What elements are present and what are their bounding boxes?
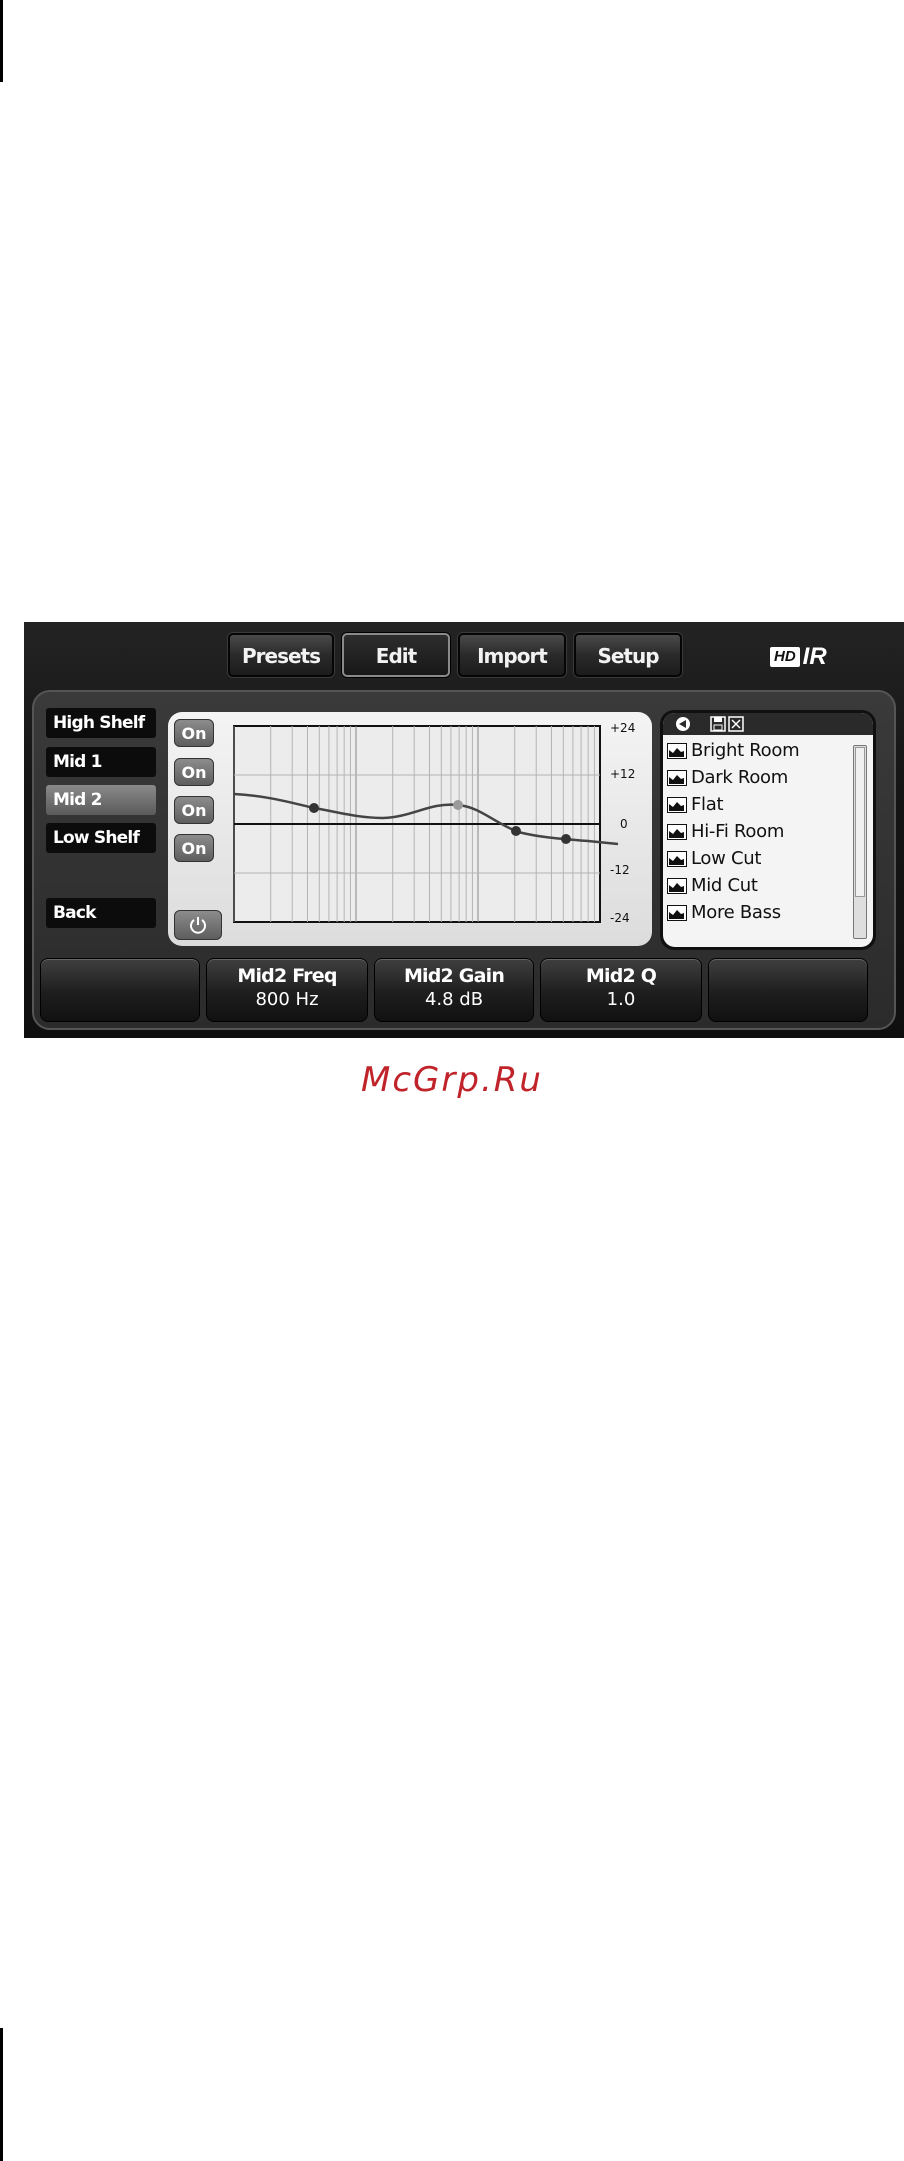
page-edge-mark <box>0 2028 3 2161</box>
preset-list: Bright Room Dark Room Flat Hi-Fi Room Low Cu… <box>667 737 851 945</box>
preset-item[interactable]: Hi-Fi Room <box>667 818 851 845</box>
preset-file-icon <box>667 823 687 840</box>
preset-item-label: Low Cut <box>691 848 762 869</box>
preset-item[interactable]: Mid Cut <box>667 872 851 899</box>
knob-value: 800 Hz <box>255 989 319 1010</box>
page-edge-mark <box>0 0 3 82</box>
preset-item-label: Dark Room <box>691 767 788 788</box>
import-tab-button[interactable]: Import <box>458 633 566 677</box>
y-tick-label: -12 <box>610 863 630 877</box>
y-tick-label: +12 <box>610 767 635 781</box>
preset-item-label: Bright Room <box>691 740 800 761</box>
band-button-mid-2[interactable]: Mid 2 <box>46 785 156 815</box>
preset-item-label: Hi-Fi Room <box>691 821 785 842</box>
eq-editor-panel: High Shelf Mid 1 Mid 2 Low Shelf Back On… <box>32 690 896 1030</box>
preset-item[interactable]: Bright Room <box>667 737 851 764</box>
y-tick-label: +24 <box>610 721 635 735</box>
preset-item[interactable]: Low Cut <box>667 845 851 872</box>
knob-mid2-gain[interactable]: Mid2 Gain 4.8 dB <box>374 958 534 1022</box>
knob-value: 4.8 dB <box>424 989 484 1010</box>
preset-header-icons <box>676 716 744 732</box>
band-button-high-shelf[interactable]: High Shelf <box>46 708 156 738</box>
preset-browser-header <box>663 713 873 735</box>
eq-point-high-shelf[interactable] <box>561 834 571 844</box>
eq-graph-panel: On On On On +24 +12 0 -12 -24 <box>168 712 652 946</box>
preset-item-label: More Bass <box>691 902 781 923</box>
knob-value: 1.0 <box>606 989 636 1010</box>
y-tick-label: 0 <box>620 817 628 831</box>
preset-file-icon <box>667 796 687 813</box>
presets-tab-button[interactable]: Presets <box>228 633 334 677</box>
knob-name: Mid2 Q <box>585 965 657 987</box>
eq-point-mid-1[interactable] <box>309 803 319 813</box>
preset-list-scrollbar[interactable] <box>853 745 867 939</box>
preset-item[interactable]: Flat <box>667 791 851 818</box>
preset-browser-body: Bright Room Dark Room Flat Hi-Fi Room Low Cu… <box>663 713 873 947</box>
eq-point-low-shelf[interactable] <box>511 826 521 836</box>
preset-file-icon <box>667 769 687 786</box>
scrollbar-thumb[interactable] <box>855 747 865 897</box>
band-button-low-shelf[interactable]: Low Shelf <box>46 823 156 853</box>
preset-item[interactable]: Dark Room <box>667 764 851 791</box>
knob-mid2-q[interactable]: Mid2 Q 1.0 <box>540 958 702 1022</box>
hd-ir-logo: HD IR <box>770 644 827 670</box>
eq-response-graph[interactable]: +24 +12 0 -12 -24 <box>168 712 652 946</box>
knob-slot-empty-right[interactable] <box>708 958 868 1022</box>
preset-item-label: Mid Cut <box>691 875 758 896</box>
preset-item-label: Flat <box>691 794 724 815</box>
preset-file-icon <box>667 877 687 894</box>
logo-ir: IR <box>802 643 827 670</box>
watermark: McGrp.Ru <box>361 1060 543 1100</box>
knob-mid2-freq[interactable]: Mid2 Freq 800 Hz <box>206 958 368 1022</box>
knob-name: Mid2 Freq <box>237 965 337 987</box>
back-arrow-icon[interactable] <box>676 717 690 731</box>
preset-browser: Bright Room Dark Room Flat Hi-Fi Room Low Cu… <box>660 710 876 950</box>
save-icon[interactable] <box>710 716 726 732</box>
edit-tab-button[interactable]: Edit <box>342 633 450 677</box>
hd-ir-plugin-window: Presets Edit Import Setup HD IR High She… <box>24 622 904 1038</box>
band-button-mid-1[interactable]: Mid 1 <box>46 747 156 777</box>
preset-file-icon <box>667 904 687 921</box>
preset-item[interactable]: More Bass <box>667 899 851 926</box>
knob-slot-empty-left[interactable] <box>40 958 200 1022</box>
knob-name: Mid2 Gain <box>403 965 505 987</box>
back-button[interactable]: Back <box>46 898 156 928</box>
preset-file-icon <box>667 742 687 759</box>
eq-point-mid-2[interactable] <box>453 800 463 810</box>
logo-hd: HD <box>770 647 800 667</box>
preset-file-icon <box>667 850 687 867</box>
delete-icon[interactable] <box>728 716 744 732</box>
setup-tab-button[interactable]: Setup <box>574 633 682 677</box>
y-tick-label: -24 <box>610 911 630 925</box>
